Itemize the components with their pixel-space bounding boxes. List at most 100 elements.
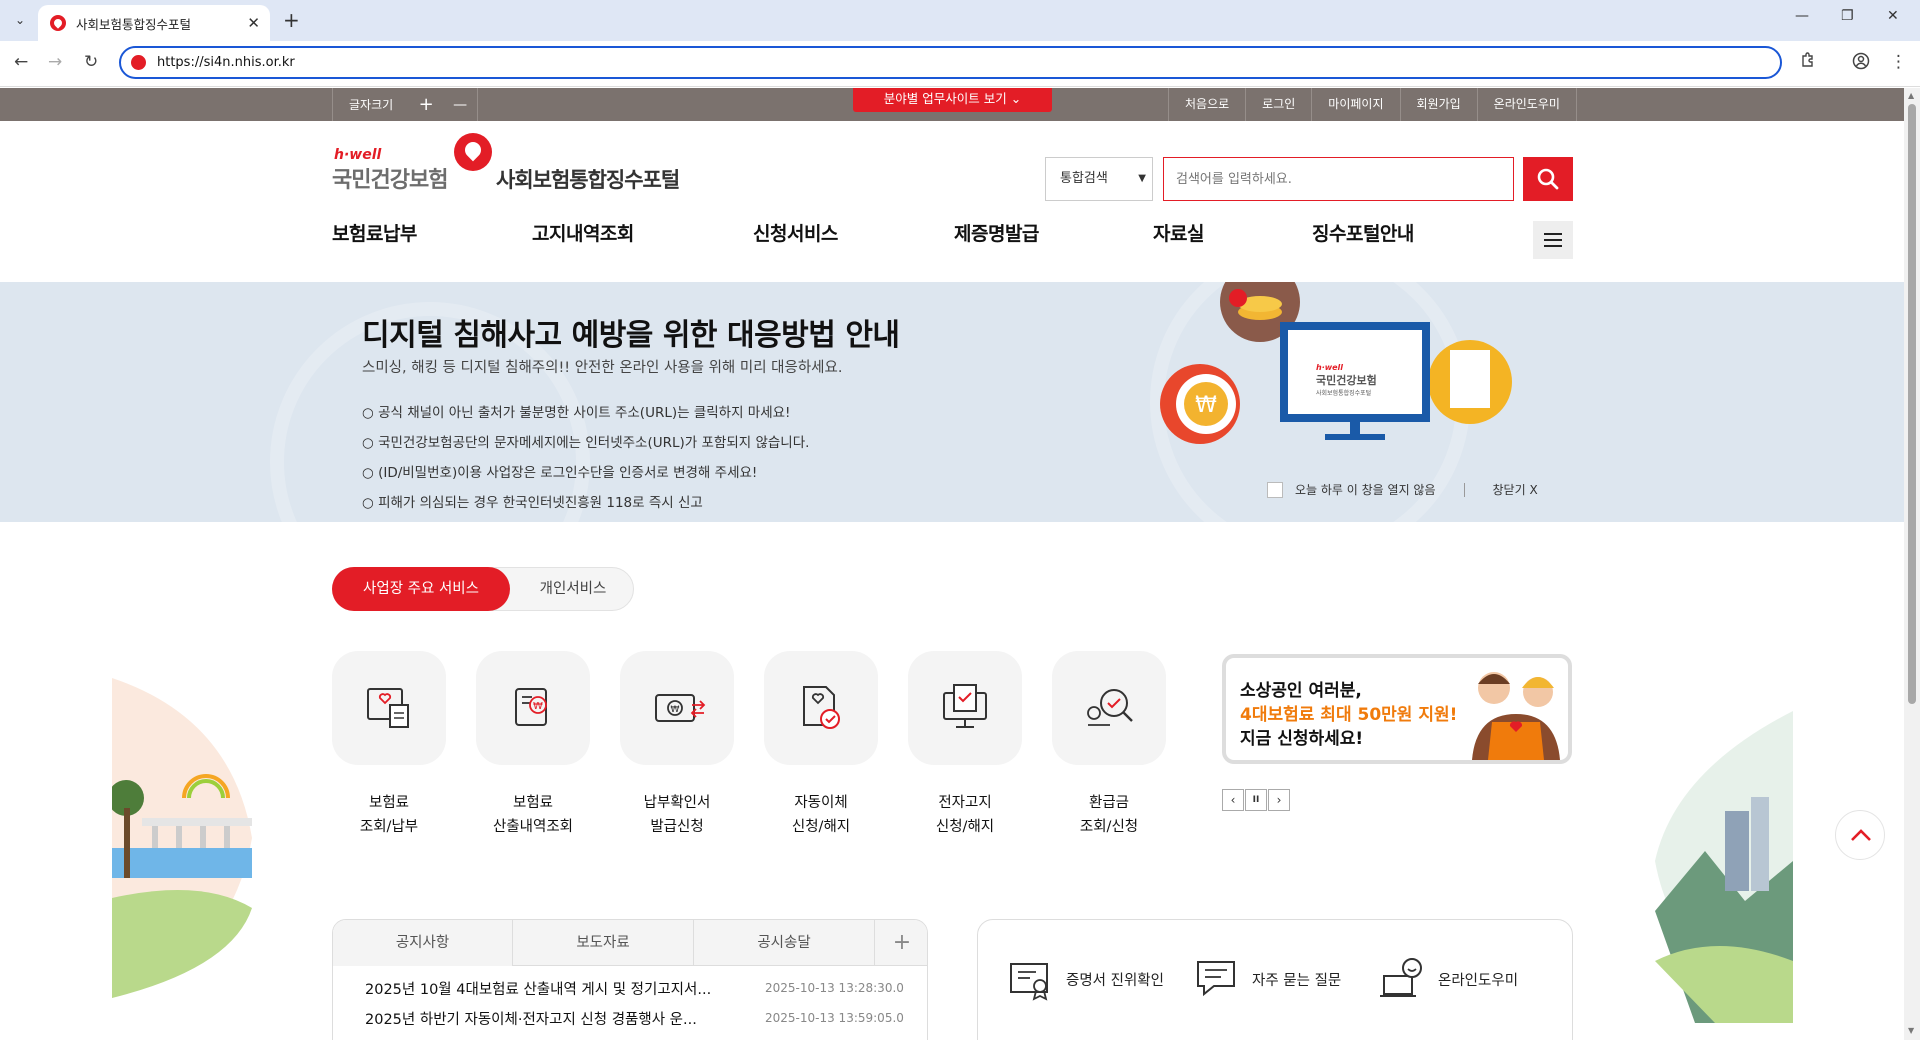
quick-link-label: 자주 묻는 질문 (1252, 972, 1342, 989)
tab-title: 사회보험통합징수포털 (76, 16, 192, 32)
profile-icon[interactable] (1852, 52, 1870, 75)
tab-public-service[interactable]: 공시송달 (694, 920, 875, 966)
nav-item-certificate[interactable]: 제증명발급 (954, 219, 1039, 246)
board-row-title[interactable]: 2025년 10월 4대보험료 산출내역 게시 및 정기고지서... (365, 978, 711, 999)
dont-show-today-checkbox[interactable] (1267, 481, 1283, 498)
reload-icon[interactable]: ↻ (84, 52, 98, 72)
service-icon-box (764, 651, 878, 765)
banner-item: ○ 피해가 의심되는 경우 한국인터넷진흥원 118로 즉시 신고 (362, 495, 703, 511)
shop-owners-illustration (1472, 672, 1560, 760)
promo-pause-button[interactable]: II (1245, 789, 1267, 811)
service-icon-box (1052, 651, 1166, 765)
new-tab-button[interactable]: + (283, 8, 300, 32)
board-row-date: 2025-10-13 13:59:05.0 (765, 1011, 904, 1025)
illustration-screen-logo: h·well 국민건강보험 사회보험통합징수포털 (1316, 363, 1416, 397)
hamburger-menu-icon[interactable] (1533, 221, 1573, 259)
field-sites-button[interactable]: 분야별 업무사이트 보기 ⌄ (853, 88, 1052, 112)
monitor-check-icon (943, 684, 987, 728)
util-link-join[interactable]: 회원가입 (1401, 88, 1478, 121)
search-button[interactable] (1523, 157, 1573, 201)
font-increase-button[interactable]: + (409, 94, 443, 115)
svg-text:₩: ₩ (533, 701, 543, 712)
tab-personal-services[interactable]: 개인서비스 (511, 568, 635, 610)
browser-tab[interactable]: 사회보험통합징수포털 ✕ (38, 5, 270, 41)
scroll-down-arrow-icon[interactable]: ▼ (1908, 1026, 1914, 1035)
scroll-won-icon: ₩ (515, 688, 547, 726)
service-label: 전자고지 (938, 795, 992, 811)
service-label: 납부확인서 (643, 795, 711, 811)
util-link-mypage[interactable]: 마이페이지 (1312, 88, 1401, 121)
service-refund[interactable]: 환급금 조회/신청 (1052, 651, 1166, 839)
service-payment-confirmation[interactable]: ₩ 납부확인서 발급신청 (620, 651, 734, 839)
util-link-helper[interactable]: 온라인도우미 (1478, 88, 1577, 121)
tab-list-button[interactable]: ⌄ (8, 8, 32, 32)
banner-item: ○ 국민건강보험공단의 문자메세지에는 인터넷주소(URL)가 포함되지 않습니… (362, 435, 810, 451)
service-premium-calc[interactable]: ₩ 보험료 산출내역조회 (476, 651, 590, 839)
promo-banner[interactable]: 소상공인 여러분, 4대보험료 최대 50만원 지원! 지금 신청하세요! (1222, 654, 1572, 764)
tab-notice[interactable]: 공지사항 (333, 920, 513, 966)
nav-item-portal-info[interactable]: 징수포털안내 (1312, 219, 1414, 246)
scroll-top-button[interactable] (1835, 810, 1885, 860)
promo-prev-button[interactable]: ‹ (1222, 789, 1244, 811)
search-scope-select[interactable]: 통합검색 ▼ (1045, 157, 1153, 201)
service-label: 자동이체 (794, 795, 848, 811)
logo-hwell: h·well (334, 147, 382, 163)
promo-next-button[interactable]: › (1268, 789, 1290, 811)
banner-close-row: 오늘 하루 이 창을 열지 않음 창닫기 X (1267, 481, 1538, 498)
board-more-button[interactable]: + (875, 920, 927, 966)
right-scenery-illustration (1655, 711, 1793, 1023)
extensions-icon[interactable] (1800, 52, 1816, 73)
quick-links-panel: 증명서 진위확인 자주 묻는 질문 온라인도우미 (977, 919, 1573, 1040)
service-label: 신청/해지 (791, 819, 851, 835)
util-link-home[interactable]: 처음으로 (1169, 88, 1247, 121)
service-label: 산출내역조회 (492, 819, 574, 835)
nav-item-notice-history[interactable]: 고지내역조회 (532, 219, 634, 246)
notice-board: 공지사항 보도자료 공시송달 + 2025년 10월 4대보험료 산출내역 게시… (332, 919, 928, 1040)
helper-laptop-icon (1380, 958, 1422, 997)
board-row-title[interactable]: 2025년 하반기 자동이체·전자고지 신청 경품행사 운... (365, 1008, 697, 1029)
site-info-icon[interactable] (131, 55, 146, 70)
site-logo[interactable]: h·well 국민건강보험 사회보험통합징수포털 (332, 133, 732, 193)
banner-close-button[interactable]: 창닫기 X (1493, 481, 1538, 498)
page-scrollbar[interactable]: ▲ ▼ (1904, 88, 1920, 1040)
util-links: 처음으로 로그인 마이페이지 회원가입 온라인도우미 (1168, 88, 1577, 121)
heart-logo-icon (454, 133, 492, 171)
font-size-label: 글자크기 (349, 98, 394, 112)
back-icon[interactable]: ← (14, 52, 28, 72)
quick-online-helper[interactable]: 온라인도우미 (1380, 956, 1518, 1002)
divider (1463, 482, 1465, 497)
tab-close-icon[interactable]: ✕ (247, 14, 260, 32)
quick-faq[interactable]: 자주 묻는 질문 (1194, 956, 1341, 1002)
scrollbar-thumb[interactable] (1908, 104, 1916, 704)
service-premium-payment[interactable]: 보험료 조회/납부 (332, 651, 446, 839)
nav-item-application[interactable]: 신청서비스 (753, 219, 838, 246)
address-bar[interactable]: https://si4n.nhis.or.kr (119, 46, 1782, 79)
certificate-icon (1010, 963, 1048, 1001)
service-label: 조회/납부 (359, 819, 419, 835)
tab-press[interactable]: 보도자료 (513, 920, 694, 966)
browser-toolbar: ← → ↻ https://si4n.nhis.or.kr ⋮ (0, 41, 1920, 87)
magnifier-check-icon (1087, 689, 1133, 726)
browser-menu-icon[interactable]: ⋮ (1890, 52, 1907, 72)
address-url[interactable]: https://si4n.nhis.or.kr (157, 55, 295, 70)
nav-item-library[interactable]: 자료실 (1153, 219, 1204, 246)
service-label: 조회/신청 (1079, 819, 1139, 835)
window-close-icon[interactable]: ✕ (1887, 8, 1899, 24)
service-auto-transfer[interactable]: 자동이체 신청/해지 (764, 651, 878, 839)
banner-item: ○ (ID/비밀번호)이용 사업장은 로그인수단을 인증서로 변경해 주세요! (362, 465, 758, 481)
window-restore-icon[interactable]: ❐ (1841, 8, 1854, 24)
forward-icon[interactable]: → (48, 52, 62, 72)
service-e-notice[interactable]: 전자고지 신청/해지 (908, 651, 1022, 839)
window-minimize-icon[interactable]: — (1795, 8, 1809, 24)
search-input[interactable] (1163, 157, 1514, 201)
payment-card-icon: ₩ (655, 694, 706, 722)
scroll-up-arrow-icon[interactable]: ▲ (1908, 91, 1914, 100)
page-viewport: 글자크기 + — 분야별 업무사이트 보기 ⌄ 처음으로 로그인 마이페이지 회… (0, 88, 1904, 1040)
nav-item-payment[interactable]: 보험료납부 (332, 219, 417, 246)
tab-business-services[interactable]: 사업장 주요 서비스 (332, 567, 510, 611)
util-link-login[interactable]: 로그인 (1246, 88, 1313, 121)
service-icon-box (908, 651, 1022, 765)
dont-show-today-label[interactable]: 오늘 하루 이 창을 열지 않음 (1295, 481, 1436, 498)
quick-certificate-verify[interactable]: 증명서 진위확인 (1008, 956, 1164, 1002)
font-decrease-button[interactable]: — (443, 97, 477, 113)
